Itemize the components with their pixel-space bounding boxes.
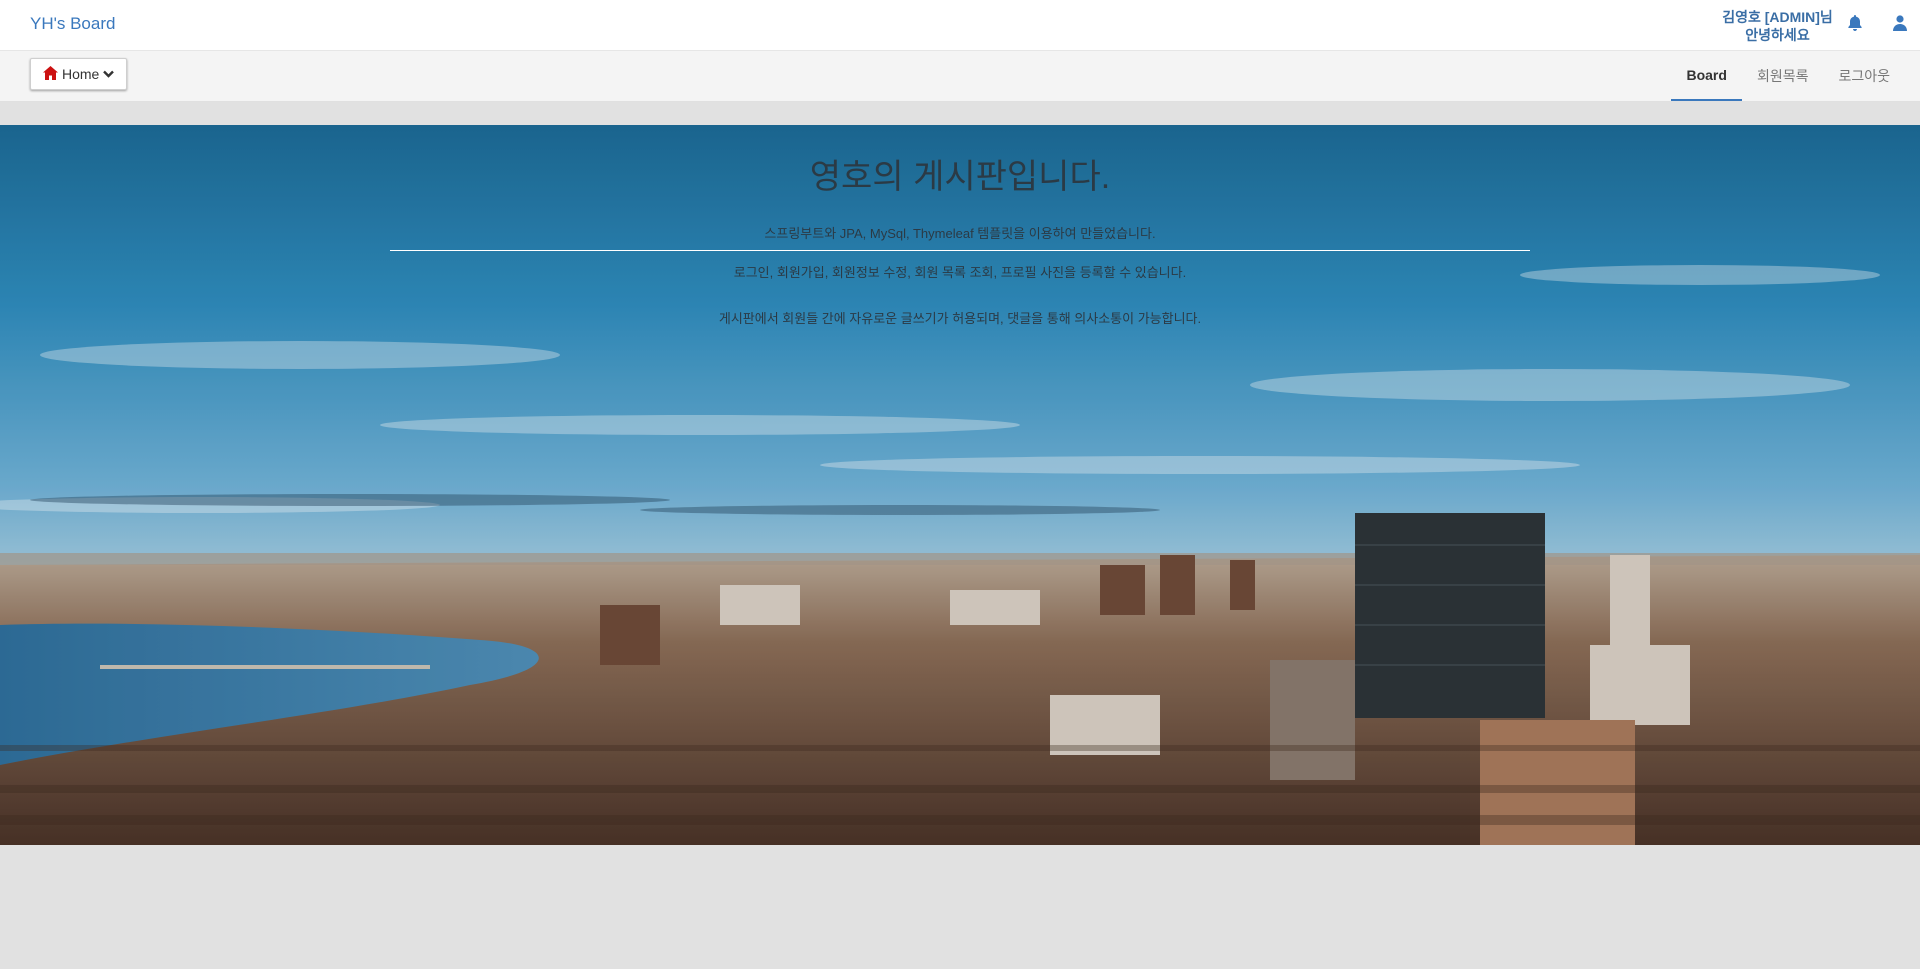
- bell-icon[interactable]: [1845, 14, 1865, 34]
- nav-links: Board 회원목록 로그아웃: [1671, 51, 1920, 101]
- nav-bar: Home Board 회원목록 로그아웃: [0, 51, 1920, 102]
- home-dropdown-button[interactable]: Home: [30, 58, 128, 90]
- nav-link-board[interactable]: Board: [1671, 51, 1742, 101]
- chevron-down-icon: [103, 66, 115, 82]
- nav-link-logout[interactable]: 로그아웃: [1823, 51, 1920, 101]
- user-greeting: 김영호 [ADMIN]님 안녕하세요: [1710, 8, 1845, 44]
- brand-link[interactable]: YH's Board: [30, 14, 115, 34]
- hero-description-1: 스프링부트와 JPA, MySql, Thymeleaf 템플릿을 이용하여 만…: [764, 226, 1156, 241]
- hero-banner: 영호의 게시판입니다. 스프링부트와 JPA, MySql, Thymeleaf…: [0, 125, 1920, 845]
- top-header: YH's Board 김영호 [ADMIN]님 안녕하세요: [0, 0, 1920, 51]
- home-icon: [43, 65, 58, 83]
- user-icon[interactable]: [1890, 14, 1910, 34]
- home-label: Home: [62, 66, 100, 82]
- hero-description-2: 로그인, 회원가입, 회원정보 수정, 회원 목록 조회, 프로필 사진을 등록…: [733, 265, 1187, 280]
- user-name: 김영호 [ADMIN]님: [1722, 9, 1833, 25]
- nav-link-members[interactable]: 회원목록: [1742, 51, 1824, 101]
- hero-divider: [390, 250, 1530, 251]
- hero-title: 영호의 게시판입니다.: [809, 158, 1111, 196]
- hero-description-3: 게시판에서 회원들 간에 자유로운 글쓰기가 허용되며, 댓글을 통해 의사소통…: [718, 311, 1202, 326]
- greeting-text: 안녕하세요: [1745, 27, 1810, 43]
